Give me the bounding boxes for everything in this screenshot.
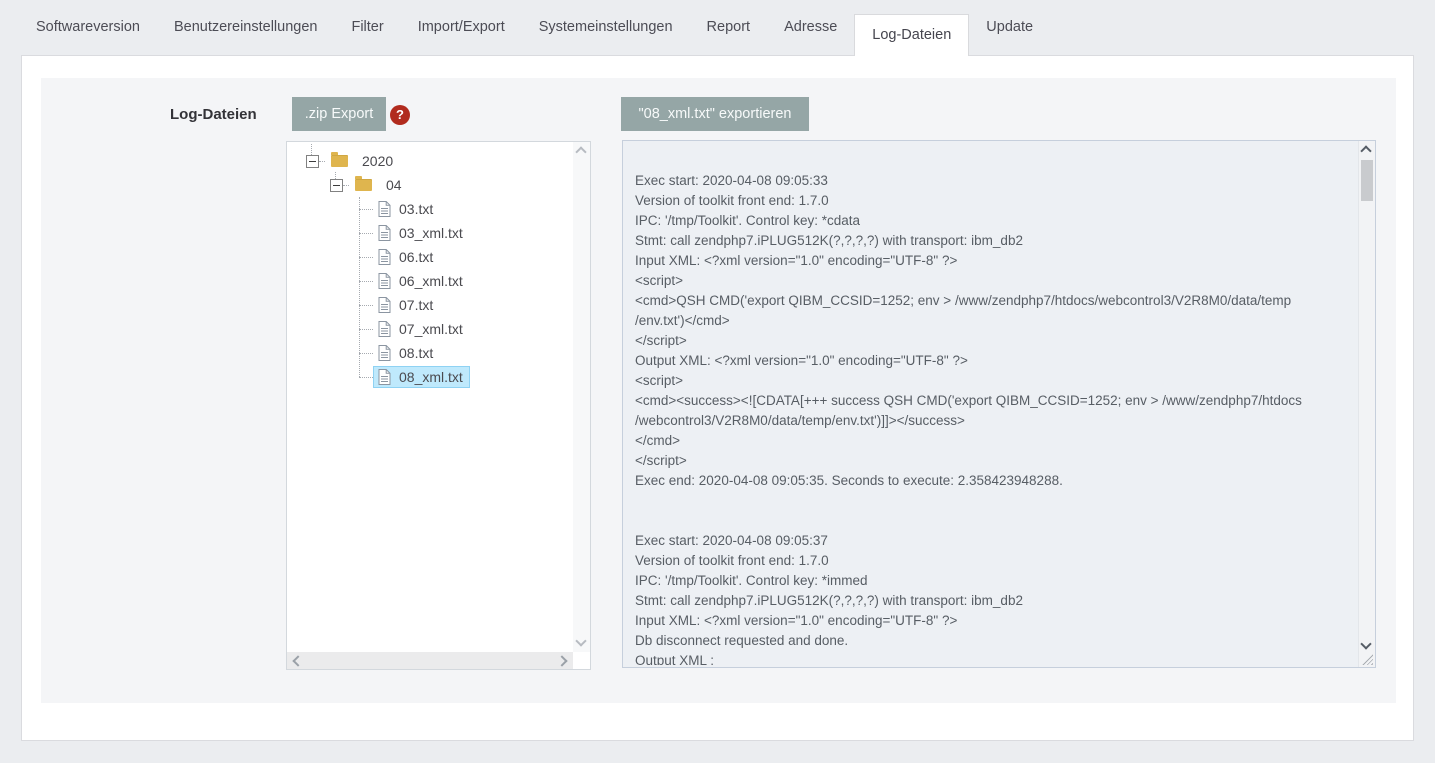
file-icon (378, 297, 391, 313)
tree-file-label[interactable]: 03_xml.txt (399, 225, 463, 241)
tree-item-folder-2020[interactable]: 2020 (287, 149, 573, 173)
help-icon[interactable]: ? (390, 105, 410, 125)
scroll-down-icon[interactable] (1360, 638, 1371, 649)
tree-file-label[interactable]: 08.txt (399, 345, 433, 361)
collapse-expander-icon[interactable] (306, 155, 319, 168)
tree-horizontal-scrollbar[interactable] (287, 652, 573, 669)
file-icon (378, 273, 391, 289)
tab-softwareversion[interactable]: Softwareversion (19, 0, 157, 55)
scroll-up-icon[interactable] (1360, 145, 1371, 156)
tree-file-label[interactable]: 07_xml.txt (399, 321, 463, 337)
tree-file-label[interactable]: 06.txt (399, 249, 433, 265)
tree-file-label[interactable]: 03.txt (399, 201, 433, 217)
file-icon (378, 369, 391, 385)
tab-filter[interactable]: Filter (334, 0, 400, 55)
tree-item-file[interactable]: 07.txt (287, 293, 573, 317)
log-output-textarea[interactable]: Exec start: 2020-04-08 09:05:33 Version … (622, 140, 1376, 668)
tree-content: 2020 04 03.txt 03_xml.txt 06.txt 06_xml.… (287, 149, 573, 652)
log-content: Exec start: 2020-04-08 09:05:33 Version … (635, 171, 1353, 665)
tree-file-label[interactable]: 06_xml.txt (399, 273, 463, 289)
tab-update[interactable]: Update (969, 0, 1050, 55)
tree-folder-label[interactable]: 04 (386, 177, 402, 193)
tab-log-dateien[interactable]: Log-Dateien (854, 14, 969, 56)
file-icon (378, 321, 391, 337)
tree-folder-label[interactable]: 2020 (362, 153, 393, 169)
log-vertical-scrollbar[interactable] (1358, 141, 1375, 667)
zip-export-button[interactable]: .zip Export (292, 97, 386, 131)
tree-file-label[interactable]: 07.txt (399, 297, 433, 313)
resize-grip-icon[interactable] (1362, 654, 1373, 665)
tab-adresse[interactable]: Adresse (767, 0, 854, 55)
file-icon (378, 345, 391, 361)
scroll-up-icon[interactable] (575, 146, 586, 157)
tree-item-file[interactable]: 07_xml.txt (287, 317, 573, 341)
scroll-right-icon[interactable] (556, 655, 567, 666)
tree-file-label[interactable]: 08_xml.txt (399, 369, 463, 385)
tree-item-file[interactable]: 03.txt (287, 197, 573, 221)
tree-item-file[interactable]: 03_xml.txt (287, 221, 573, 245)
file-tree: 2020 04 03.txt 03_xml.txt 06.txt 06_xml.… (286, 141, 591, 670)
selected-tree-item[interactable]: 08_xml.txt (373, 366, 470, 388)
scroll-down-icon[interactable] (575, 635, 586, 646)
tree-item-folder-04[interactable]: 04 (287, 173, 573, 197)
tab-import-export[interactable]: Import/Export (401, 0, 522, 55)
tab-bar: Softwareversion Benutzereinstellungen Fi… (0, 0, 1435, 56)
tree-item-file[interactable]: 06.txt (287, 245, 573, 269)
file-icon (378, 225, 391, 241)
tab-systemeinstellungen[interactable]: Systemeinstellungen (522, 0, 690, 55)
tab-benutzereinstellungen[interactable]: Benutzereinstellungen (157, 0, 335, 55)
tab-report[interactable]: Report (690, 0, 768, 55)
export-selected-file-button[interactable]: "08_xml.txt" exportieren (621, 97, 809, 131)
settings-page: Softwareversion Benutzereinstellungen Fi… (0, 0, 1435, 763)
file-icon (378, 201, 391, 217)
collapse-expander-icon[interactable] (330, 179, 343, 192)
tree-item-file[interactable]: 06_xml.txt (287, 269, 573, 293)
file-icon (378, 249, 391, 265)
page-title: Log-Dateien (170, 106, 257, 123)
scrollbar-thumb[interactable] (1361, 160, 1373, 201)
folder-icon (331, 155, 348, 167)
folder-icon (355, 179, 372, 191)
scroll-left-icon[interactable] (292, 655, 303, 666)
tree-item-file[interactable]: 08.txt (287, 341, 573, 365)
tree-vertical-scrollbar[interactable] (573, 142, 590, 652)
tree-item-file-selected[interactable]: 08_xml.txt (287, 365, 573, 389)
